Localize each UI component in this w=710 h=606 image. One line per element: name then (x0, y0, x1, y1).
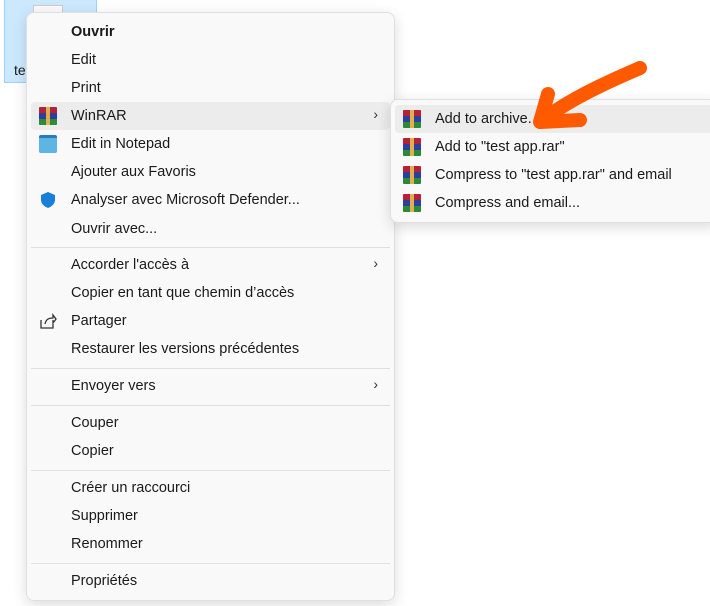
winrar-submenu: Add to archive... Add to "test app.rar" Co… (390, 99, 710, 223)
submenu-item-label: Compress and email... (435, 195, 581, 211)
chevron-right-icon: › (373, 255, 378, 271)
menu-item-accorder-l-acce-s-a[interactable]: Accorder l'accès à › (31, 251, 390, 279)
menu-item-couper[interactable]: Couper (31, 409, 390, 437)
chevron-right-icon: › (373, 376, 378, 392)
menu-separator (31, 405, 390, 406)
menu-item-ouvrir[interactable]: Ouvrir (31, 18, 390, 46)
menu-item-label: Print (71, 80, 101, 96)
menu-item-analyser-avec-microsoft-defender[interactable]: Analyser avec Microsoft Defender... (31, 186, 390, 214)
menu-item-copier[interactable]: Copier (31, 437, 390, 465)
menu-item-cre-er-un-raccourci[interactable]: Créer un raccourci (31, 474, 390, 502)
menu-item-edit[interactable]: Edit (31, 46, 390, 74)
menu-item-ajouter-aux-favoris[interactable]: Ajouter aux Favoris (31, 158, 390, 186)
menu-item-label: Propriétés (71, 573, 138, 589)
menu-item-label: Restaurer les versions précédentes (71, 341, 300, 357)
menu-item-print[interactable]: Print (31, 74, 390, 102)
menu-item-label: Supprimer (71, 508, 138, 524)
menu-item-label: Copier (71, 443, 114, 459)
menu-item-copier-en-tant-que-chemin-d-acce-s[interactable]: Copier en tant que chemin d’accès (31, 279, 390, 307)
menu-item-renommer[interactable]: Renommer (31, 530, 390, 558)
menu-item-label: Edit in Notepad (71, 136, 171, 152)
winrar-icon (403, 194, 421, 212)
menu-item-edit-in-notepad[interactable]: Edit in Notepad (31, 130, 390, 158)
menu-item-label: Edit (71, 52, 96, 68)
context-menu: Ouvrir Edit Print WinRAR › Edit in Notepad Ajo… (26, 12, 395, 601)
menu-item-label: Ouvrir avec... (71, 221, 158, 237)
menu-separator (31, 563, 390, 564)
menu-item-supprimer[interactable]: Supprimer (31, 502, 390, 530)
submenu-item-3[interactable]: Compress and email... (395, 189, 710, 217)
winrar-icon (403, 166, 421, 184)
menu-separator (31, 470, 390, 471)
winrar-icon (403, 110, 421, 128)
menu-item-envoyer-vers[interactable]: Envoyer vers › (31, 372, 390, 400)
menu-item-winrar[interactable]: WinRAR › (31, 102, 390, 130)
submenu-item-2[interactable]: Compress to "test app.rar" and email (395, 161, 710, 189)
menu-item-partager[interactable]: Partager (31, 307, 390, 335)
menu-item-label: Créer un raccourci (71, 480, 191, 496)
menu-item-label: Ajouter aux Favoris (71, 164, 196, 180)
submenu-item-label: Compress to "test app.rar" and email (435, 167, 672, 183)
file-name: te (14, 62, 26, 78)
menu-item-label: Envoyer vers (71, 378, 156, 394)
submenu-item-label: Add to archive... (435, 111, 540, 127)
menu-item-label: Partager (71, 313, 127, 329)
menu-separator (31, 247, 390, 248)
submenu-item-1[interactable]: Add to "test app.rar" (395, 133, 710, 161)
menu-item-label: Copier en tant que chemin d’accès (71, 285, 295, 301)
submenu-item-0[interactable]: Add to archive... (395, 105, 710, 133)
notepad-icon (39, 135, 57, 153)
defender-shield-icon (39, 191, 57, 209)
menu-item-label: Accorder l'accès à (71, 257, 190, 273)
share-icon (39, 312, 57, 330)
menu-item-ouvrir-avec[interactable]: Ouvrir avec... (31, 215, 390, 243)
menu-item-label: WinRAR (71, 108, 127, 124)
menu-separator (31, 368, 390, 369)
winrar-icon (39, 107, 57, 125)
menu-item-label: Renommer (71, 536, 143, 552)
menu-item-restaurer-les-versions-pre-ce-dentes[interactable]: Restaurer les versions précédentes (31, 335, 390, 363)
winrar-icon (403, 138, 421, 156)
submenu-item-label: Add to "test app.rar" (435, 139, 565, 155)
menu-item-proprie-te-s[interactable]: Propriétés (31, 567, 390, 595)
menu-item-label: Analyser avec Microsoft Defender... (71, 192, 300, 208)
chevron-right-icon: › (373, 106, 378, 122)
menu-item-label: Couper (71, 415, 119, 431)
menu-item-label: Ouvrir (71, 24, 115, 40)
